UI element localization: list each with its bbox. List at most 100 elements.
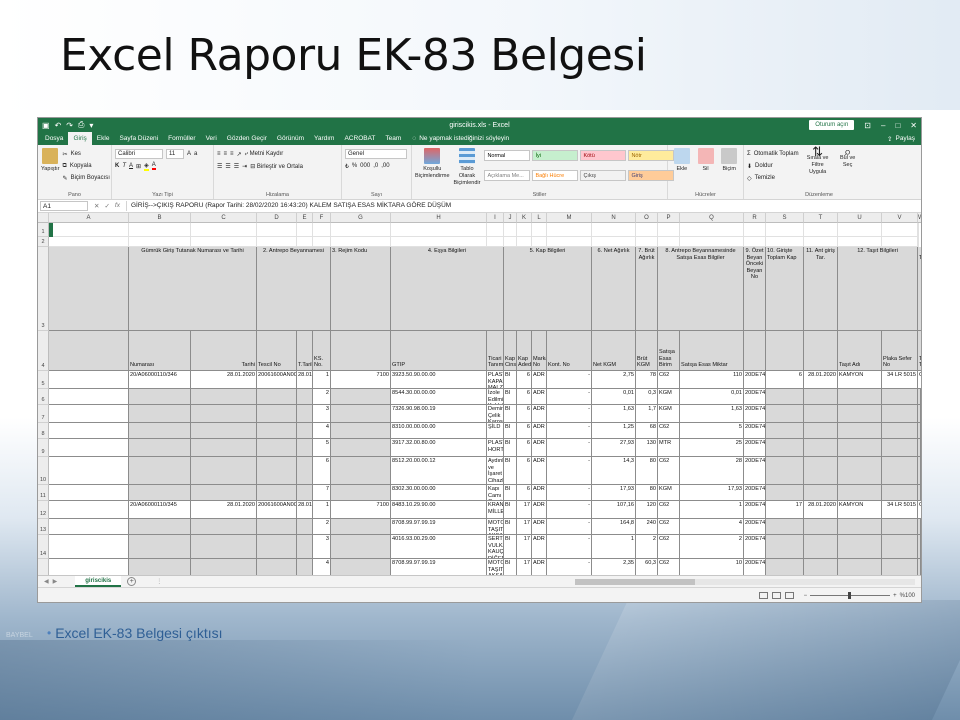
empty-cell[interactable] <box>636 223 658 237</box>
cell-ttarih[interactable] <box>297 423 313 439</box>
cell-kont[interactable]: - <box>547 559 592 575</box>
cell-ttarih[interactable] <box>297 457 313 485</box>
cell-rejim[interactable]: 7100 <box>331 501 391 519</box>
header-cell[interactable] <box>804 331 838 371</box>
cell-adet[interactable]: 6 <box>517 457 532 485</box>
cell-ks[interactable]: 1 <box>313 501 331 519</box>
cell-adet[interactable]: 6 <box>517 405 532 423</box>
orientation-icon[interactable]: ↗ <box>237 151 242 158</box>
empty-cell[interactable] <box>297 223 313 237</box>
header-cell[interactable] <box>331 331 391 371</box>
column-header-E[interactable]: E <box>297 213 313 223</box>
sub-header-birim[interactable]: Satışa Esas Birim <box>658 331 680 371</box>
cell-birim[interactable]: C62 <box>658 501 680 519</box>
sub-header-ticari[interactable]: Ticari Tanım <box>487 331 504 371</box>
scrollbar-thumb[interactable] <box>575 578 695 585</box>
cell-gtip[interactable]: 8512.20.00.00.12 <box>391 457 487 485</box>
row-header[interactable]: 11 <box>38 485 49 501</box>
cell-teminat[interactable]: GLOBAL <box>918 501 921 519</box>
cell-miktar[interactable]: 110 <box>680 371 744 389</box>
row-header[interactable]: 9 <box>38 439 49 457</box>
group-header-g2[interactable]: 2. Antrepo Beyannamesi <box>257 247 331 331</box>
cell-toplam[interactable] <box>766 535 804 559</box>
sort-filter-button[interactable]: ⇅ Sırala ve Filtre Uygula <box>803 145 833 184</box>
next-sheet-icon[interactable]: ▶ <box>53 578 58 585</box>
cell-rejim[interactable] <box>331 457 391 485</box>
cell-tasit[interactable] <box>838 535 882 559</box>
row-header[interactable]: 7 <box>38 405 49 423</box>
cell-plaka[interactable] <box>882 439 918 457</box>
empty-cell[interactable] <box>129 237 191 247</box>
cell-rejim[interactable] <box>331 535 391 559</box>
align-bottom-icon[interactable]: ≡ <box>230 151 234 157</box>
empty-cell[interactable] <box>592 237 636 247</box>
cell-kap[interactable]: BI <box>504 423 517 439</box>
cell-kap[interactable]: BI <box>504 559 517 575</box>
cell[interactable] <box>49 389 129 405</box>
cell-toplam[interactable] <box>766 457 804 485</box>
cell-rejim[interactable] <box>331 405 391 423</box>
cell-teminat[interactable] <box>918 439 921 457</box>
cell-kont[interactable]: - <box>547 501 592 519</box>
selected-cell-a1[interactable] <box>49 223 53 237</box>
cell-tescil[interactable] <box>257 423 297 439</box>
empty-cell[interactable] <box>331 237 391 247</box>
header-cell[interactable] <box>766 331 804 371</box>
format-painter-button[interactable]: ✎ Biçim Boyacısı <box>63 172 110 184</box>
cell-toplam[interactable] <box>766 439 804 457</box>
column-header-D[interactable]: D <box>257 213 297 223</box>
tab-ekle[interactable]: Ekle <box>92 132 115 145</box>
sub-header-kont[interactable]: Kont. No <box>547 331 592 371</box>
merge-center-button[interactable]: ⊟ Birleştir ve Ortala <box>250 163 303 170</box>
empty-cell[interactable] <box>592 223 636 237</box>
cell-ks[interactable]: 6 <box>313 457 331 485</box>
cell-brut[interactable]: 60,3 <box>636 559 658 575</box>
empty-cell[interactable] <box>532 223 547 237</box>
cell-ks[interactable]: 5 <box>313 439 331 457</box>
cell-miktar[interactable]: 17,93 <box>680 485 744 501</box>
cell-gtip[interactable]: 7326.90.98.00.19 <box>391 405 487 423</box>
cell-tescil[interactable] <box>257 485 297 501</box>
column-header-V[interactable]: V <box>882 213 918 223</box>
cell-marka[interactable]: ADR <box>532 457 547 485</box>
cell-gtip[interactable]: 8483.10.29.90.00 <box>391 501 487 519</box>
cell-rejim[interactable]: 7100 <box>331 371 391 389</box>
cell-birim[interactable]: C62 <box>658 559 680 575</box>
empty-cell[interactable] <box>487 237 504 247</box>
cell-ticari[interactable]: MOTORLU TAŞITLARIN AKSAM, <box>487 559 504 575</box>
normal-view-icon[interactable] <box>758 592 768 599</box>
cell-kont[interactable]: - <box>547 371 592 389</box>
empty-cell[interactable] <box>658 237 680 247</box>
empty-cell[interactable] <box>331 223 391 237</box>
cell-kap[interactable]: BI <box>504 439 517 457</box>
cell-teminat[interactable] <box>918 423 921 439</box>
column-header-Q[interactable]: Q <box>680 213 744 223</box>
cell-ks[interactable]: 4 <box>313 423 331 439</box>
sub-header-teminat[interactable]: Teminat Türü <box>918 331 921 371</box>
cell-marka[interactable]: ADR <box>532 371 547 389</box>
underline-icon[interactable]: A <box>129 163 133 169</box>
cell-rejim[interactable] <box>331 519 391 535</box>
cell-ks[interactable]: 7 <box>313 485 331 501</box>
cell-marka[interactable]: ADR <box>532 559 547 575</box>
cell-kap[interactable]: BI <box>504 519 517 535</box>
tell-me-search[interactable]: ◌ Ne yapmak istediğinizi söyleyin <box>406 132 515 145</box>
zoom-slider-knob[interactable] <box>848 592 852 599</box>
empty-cell[interactable] <box>918 237 919 247</box>
cell-tescil[interactable] <box>257 559 297 575</box>
cell-tarih[interactable]: 28.01.2020 <box>191 371 257 389</box>
empty-cell[interactable] <box>313 237 331 247</box>
wrap-text-button[interactable]: ⤶ Metni Kaydır <box>245 151 284 158</box>
cell-ozet[interactable]: 20DE745855335274M9 <box>744 519 766 535</box>
cell-birim[interactable]: C62 <box>658 457 680 485</box>
cell-kont[interactable]: - <box>547 485 592 501</box>
cell-numara[interactable] <box>129 535 191 559</box>
cell-ttarih[interactable] <box>297 389 313 405</box>
cell-numara[interactable] <box>129 439 191 457</box>
cell[interactable] <box>49 423 129 439</box>
cell-brut[interactable]: 78 <box>636 371 658 389</box>
cell-ozet[interactable]: 20DE745855335274M9 <box>744 457 766 485</box>
empty-cell[interactable] <box>532 237 547 247</box>
cell-antgiris[interactable] <box>804 519 838 535</box>
empty-cell[interactable] <box>547 223 592 237</box>
